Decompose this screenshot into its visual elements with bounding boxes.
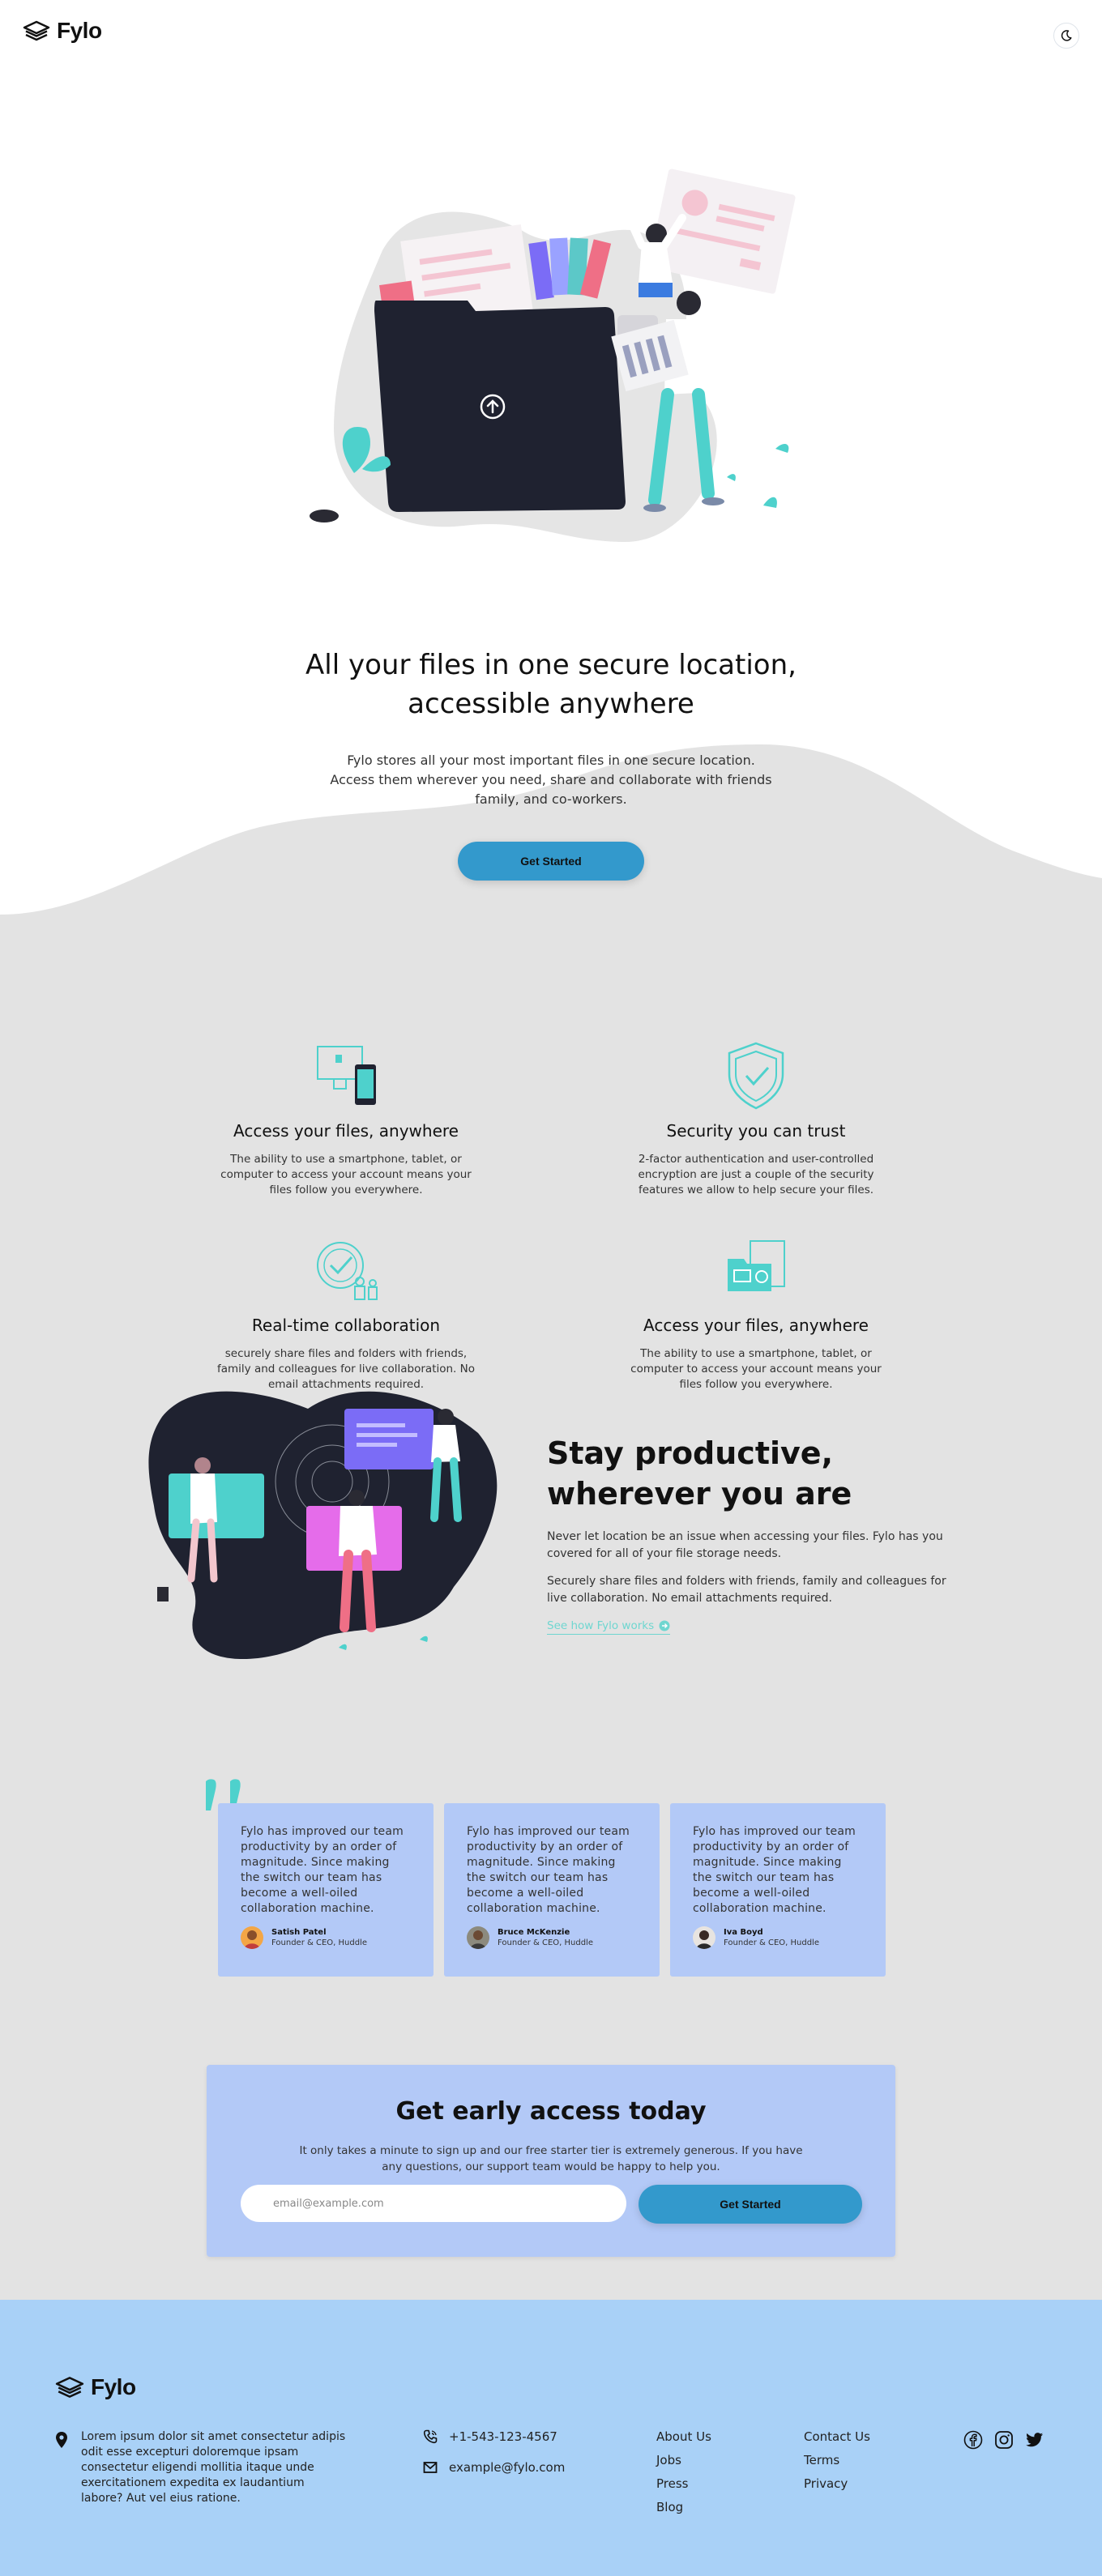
footer-link-terms[interactable]: Terms xyxy=(804,2453,870,2468)
collaboration-icon xyxy=(317,1242,378,1300)
avatar xyxy=(241,1926,263,1949)
features-section: Access your files, anywhere The ability … xyxy=(0,931,1102,1391)
location-pin-icon xyxy=(56,2432,67,2448)
footer-links-column: About Us Jobs Press Blog xyxy=(656,2429,711,2523)
email-input[interactable] xyxy=(241,2185,626,2222)
feature-card: Real-time collaboration securely share f… xyxy=(200,1235,492,1392)
early-access-section: Get early access today It only takes a m… xyxy=(0,2065,1102,2300)
moon-icon xyxy=(1061,30,1072,41)
early-access-title: Get early access today xyxy=(395,2097,707,2126)
hero-section: All your files in one secure location, a… xyxy=(0,72,1102,931)
avatar xyxy=(467,1926,489,1949)
access-anywhere-icon xyxy=(317,1046,376,1105)
testimonials-section: Fylo has improved our team productivity … xyxy=(0,1779,1102,2065)
author-role: Founder & CEO, Huddle xyxy=(271,1938,367,1947)
productive-paragraph: Securely share files and folders with fr… xyxy=(547,1575,946,1605)
footer-link-about-us[interactable]: About Us xyxy=(656,2429,711,2445)
brand-name: Fylo xyxy=(57,18,102,43)
author-role: Founder & CEO, Huddle xyxy=(724,1938,819,1947)
testimonial-quote: Fylo has improved our team productivity … xyxy=(467,1825,630,1915)
footer-brand-logo[interactable]: Fylo xyxy=(55,2374,136,2400)
footer-phone-text: +1-543-123-4567 xyxy=(449,2429,557,2444)
brand-logo[interactable]: Fylo xyxy=(23,18,102,44)
twitter-link[interactable] xyxy=(1024,2429,1045,2450)
feature-text: 2-factor authentication and user-control… xyxy=(638,1153,874,1196)
phone-icon xyxy=(423,2429,438,2444)
testimonial-author: Satish Patel Founder & CEO, Huddle xyxy=(241,1926,411,1949)
productive-section: Stay productive, wherever you are Never … xyxy=(0,1376,1102,1781)
hero-illustration xyxy=(310,168,796,542)
testimonial-quote: Fylo has improved our team productivity … xyxy=(241,1825,404,1915)
testimonial-author: Bruce McKenzie Founder & CEO, Huddle xyxy=(467,1926,637,1949)
testimonial-quote: Fylo has improved our team productivity … xyxy=(693,1825,856,1915)
feature-title: Security you can trust xyxy=(666,1121,846,1141)
store-any-file-icon xyxy=(728,1240,785,1291)
early-access-box: Get early access today It only takes a m… xyxy=(207,2065,895,2257)
footer-link-privacy[interactable]: Privacy xyxy=(804,2476,870,2492)
productive-paragraph: Never let location be an issue when acce… xyxy=(547,1530,943,1560)
footer-phone[interactable]: +1-543-123-4567 xyxy=(423,2429,557,2444)
feature-title: Real-time collaboration xyxy=(251,1316,441,1335)
theme-toggle-button[interactable] xyxy=(1053,23,1079,49)
testimonial-card: Fylo has improved our team productivity … xyxy=(218,1803,434,1977)
testimonial-card: Fylo has improved our team productivity … xyxy=(444,1803,660,1977)
footer-link-blog[interactable]: Blog xyxy=(656,2500,711,2515)
security-shield-icon xyxy=(728,1042,784,1110)
twitter-icon xyxy=(1026,2433,1044,2447)
site-footer: Fylo Lorem ipsum dolor sit amet consecte… xyxy=(0,2300,1102,2576)
feature-title: Access your files, anywhere xyxy=(233,1121,459,1141)
early-access-text: It only takes a minute to sign up and ou… xyxy=(299,2144,803,2173)
footer-link-jobs[interactable]: Jobs xyxy=(656,2453,711,2468)
footer-brand-name: Fylo xyxy=(91,2374,136,2399)
feature-card: Security you can trust 2-factor authenti… xyxy=(610,1040,902,1198)
footer-address-text: Lorem ipsum dolor sit amet consectetur a… xyxy=(81,2430,346,2505)
author-role: Founder & CEO, Huddle xyxy=(498,1938,593,1947)
footer-email[interactable]: example@fylo.com xyxy=(423,2460,565,2475)
feature-title: Access your files, anywhere xyxy=(643,1316,869,1335)
footer-link-contact-us[interactable]: Contact Us xyxy=(804,2429,870,2445)
author-name: Bruce McKenzie xyxy=(498,1928,570,1937)
feature-card: Access your files, anywhere The ability … xyxy=(200,1040,492,1198)
instagram-icon xyxy=(995,2431,1013,2449)
avatar xyxy=(693,1926,715,1949)
layers-logo-icon xyxy=(55,2377,84,2398)
hero-title: All your files in one secure location, a… xyxy=(305,649,797,720)
email-icon xyxy=(423,2462,438,2473)
author-name: Satish Patel xyxy=(271,1928,327,1937)
get-started-button[interactable]: Get Started xyxy=(458,842,644,881)
testimonial-card: Fylo has improved our team productivity … xyxy=(670,1803,886,1977)
footer-address: Lorem ipsum dolor sit amet consectetur a… xyxy=(55,2429,347,2506)
author-name: Iva Boyd xyxy=(724,1928,763,1937)
facebook-link[interactable] xyxy=(963,2429,984,2450)
social-links xyxy=(963,2429,1045,2450)
feature-card: Access your files, anywhere The ability … xyxy=(610,1235,902,1392)
instagram-link[interactable] xyxy=(993,2429,1014,2450)
site-header: Fylo xyxy=(0,0,1102,73)
footer-link-press[interactable]: Press xyxy=(656,2476,711,2492)
layers-logo-icon xyxy=(23,20,50,41)
get-started-button[interactable]: Get Started xyxy=(639,2185,862,2224)
see-how-fylo-works-link[interactable]: See how Fylo works xyxy=(547,1619,671,1635)
feature-text: The ability to use a smartphone, tablet,… xyxy=(220,1153,472,1196)
see-how-link-label: See how Fylo works xyxy=(547,1619,655,1632)
testimonial-author: Iva Boyd Founder & CEO, Huddle xyxy=(693,1926,863,1949)
footer-links-column: Contact Us Terms Privacy xyxy=(804,2429,870,2500)
productive-illustration xyxy=(148,1391,498,1660)
hero-subtitle: Fylo stores all your most important file… xyxy=(330,753,772,807)
facebook-icon xyxy=(963,2430,983,2450)
arrow-circle-icon xyxy=(659,1620,670,1631)
footer-email-text: example@fylo.com xyxy=(449,2460,566,2475)
productive-title: Stay productive, wherever you are xyxy=(547,1435,852,1512)
